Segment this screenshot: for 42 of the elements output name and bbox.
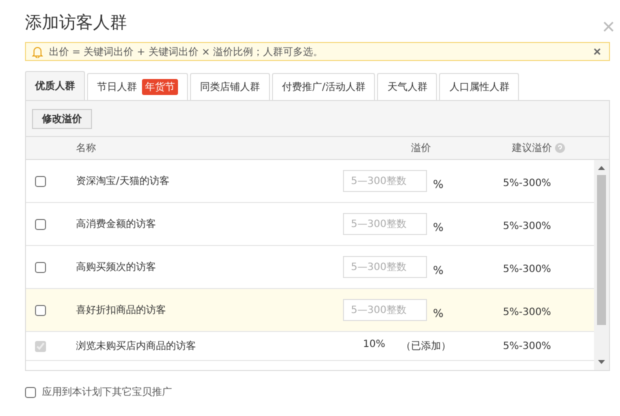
scrollbar[interactable] — [594, 160, 609, 370]
column-header: 名称 — [76, 142, 97, 155]
dialog-title: 添加访客人群 — [25, 12, 127, 34]
tab[interactable]: 天气人群 — [377, 73, 438, 100]
tab[interactable]: 同类店铺人群 — [190, 73, 270, 100]
premium-input[interactable]: 5—300整数 — [343, 213, 427, 235]
tab[interactable]: 节日人群 年货节 — [87, 73, 188, 100]
tab[interactable]: 人口属性人群 — [439, 73, 520, 100]
row-checkbox[interactable] — [35, 218, 46, 230]
tab-badge: 年货节 — [142, 79, 178, 95]
percent-unit: % — [433, 178, 444, 191]
notice-text: 出价 = 关键词出价 + 关键词出价 × 溢价比例；人群可多选。 — [49, 46, 324, 58]
percent-unit: % — [433, 264, 444, 277]
table-cell-text: 浏览未购买店内商品的访客 — [76, 340, 197, 353]
column-header: 溢价 — [410, 142, 432, 155]
tab[interactable]: 付费推广/活动人群 — [272, 73, 376, 100]
percent-unit: % — [433, 221, 444, 234]
added-status: （已添加） — [401, 340, 452, 353]
table-cell-text: 5%-300% — [503, 176, 552, 188]
table-cell-text: 高消费金额的访客 — [76, 218, 157, 231]
bell-icon — [32, 46, 43, 58]
checkbox-label: 应用到本计划下其它宝贝推广 — [42, 386, 172, 399]
table-cell-text: 5%-300% — [503, 220, 552, 232]
tab[interactable]: 优质人群 — [25, 71, 85, 100]
row-checkbox[interactable] — [35, 304, 46, 316]
table-cell-text: 高购买频次的访客 — [76, 260, 157, 274]
premium-input[interactable]: 5—300整数 — [343, 256, 427, 278]
apply-checkbox[interactable] — [25, 386, 36, 398]
table-cell-text: 喜好折扣商品的访客 — [76, 304, 167, 317]
table-cell-text: 5%-300% — [503, 262, 552, 274]
close-notice-button[interactable]: × — [593, 44, 601, 59]
row-checkbox[interactable] — [35, 176, 46, 186]
percent-unit: % — [433, 307, 444, 320]
table-cell-text: 5%-300% — [503, 340, 552, 352]
table-cell-text: 资深淘宝/天猫的访客 — [76, 174, 170, 188]
table-cell-text: 5%-300% — [503, 306, 552, 318]
premium-input[interactable]: 5—300整数 — [343, 170, 427, 192]
premium-input[interactable]: 5—300整数 — [343, 299, 427, 321]
edit-premium-button[interactable]: 修改溢价 — [32, 108, 92, 128]
row-checkbox[interactable] — [35, 262, 46, 272]
table-cell-text: 10% — [363, 339, 386, 352]
column-header: 建议溢价 — [512, 142, 552, 155]
